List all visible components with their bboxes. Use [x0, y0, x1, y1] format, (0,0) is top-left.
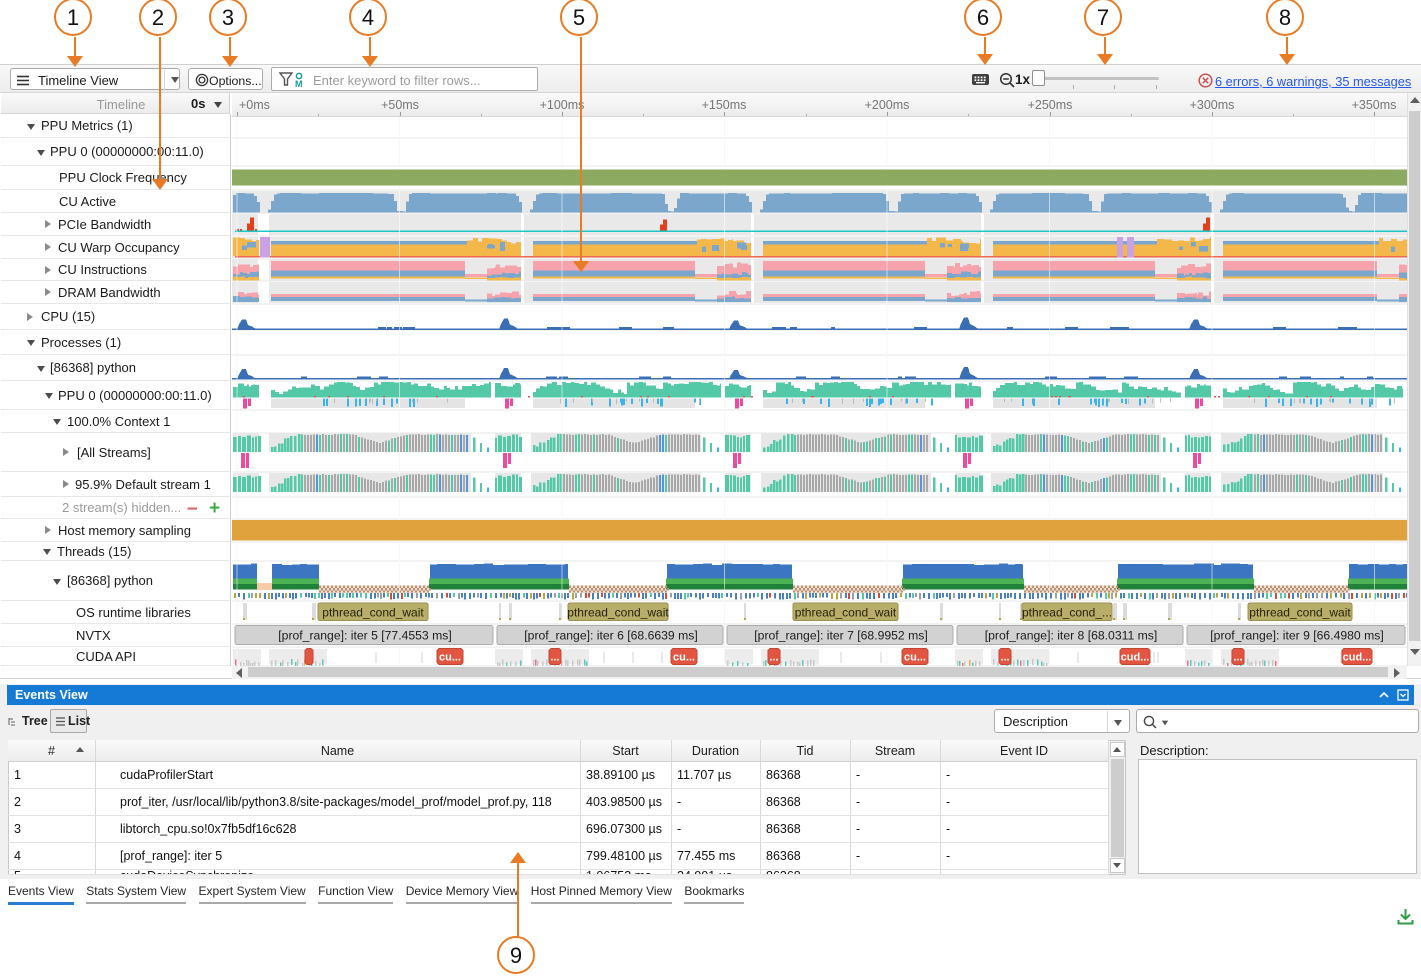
- svg-text:pthread_cond_wait: pthread_cond_wait: [795, 606, 897, 620]
- svg-text:[prof_range]: iter 7 [68.9952: [prof_range]: iter 7 [68.9952 ms]: [754, 629, 927, 643]
- svg-text:...: ...: [550, 652, 559, 664]
- svg-text:cu...: cu...: [673, 652, 695, 664]
- svg-text:...: ...: [1000, 652, 1009, 664]
- svg-text:pthread_cond_...: pthread_cond_...: [1022, 606, 1112, 620]
- svg-text:M: M: [295, 79, 303, 88]
- svg-text:pthread_cond_wait: pthread_cond_wait: [322, 606, 424, 620]
- svg-text:cud...: cud...: [1121, 652, 1150, 664]
- svg-text:pthread_cond_wait: pthread_cond_wait: [567, 606, 669, 620]
- svg-text:[prof_range]: iter 9 [66.4980: [prof_range]: iter 9 [66.4980 ms]: [1210, 629, 1383, 643]
- svg-text:cud...: cud...: [1343, 652, 1372, 664]
- svg-text:...: ...: [1233, 652, 1242, 664]
- svg-text:[prof_range]: iter 5 [77.4553: [prof_range]: iter 5 [77.4553 ms]: [278, 629, 451, 643]
- svg-text:[prof_range]: iter 8 [68.0311: [prof_range]: iter 8 [68.0311 ms]: [985, 629, 1158, 643]
- svg-text:...: ...: [769, 652, 778, 664]
- svg-text:cu...: cu...: [904, 652, 926, 664]
- svg-text:[prof_range]: iter 6 [68.6639: [prof_range]: iter 6 [68.6639 ms]: [524, 629, 697, 643]
- svg-text:pthread_cond_wait: pthread_cond_wait: [1249, 606, 1351, 620]
- svg-text:cu...: cu...: [439, 652, 461, 664]
